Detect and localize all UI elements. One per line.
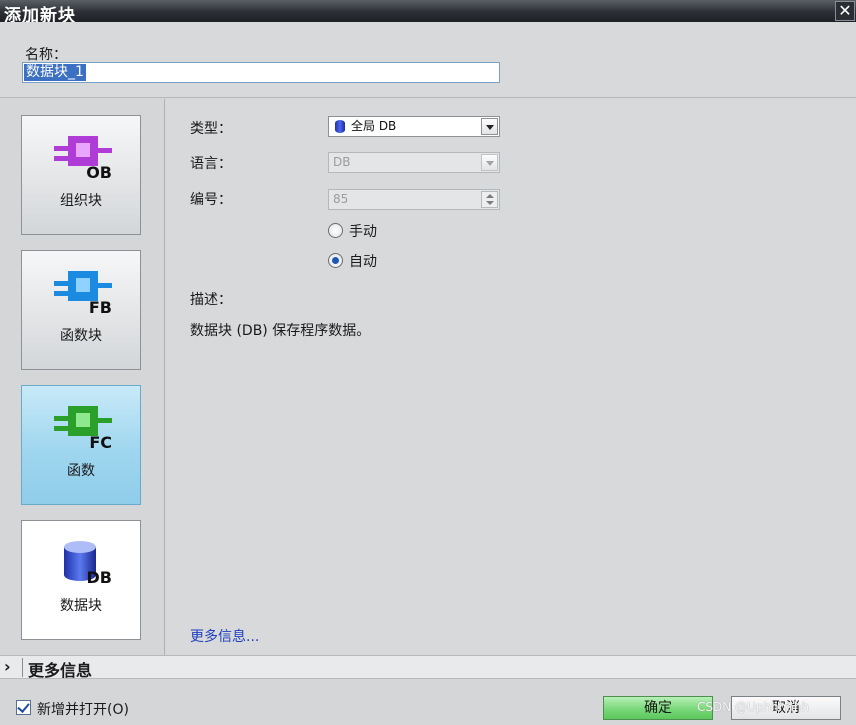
block-type-label: 组织块: [60, 193, 102, 209]
ob-badge: OB: [86, 163, 112, 180]
type-dropdown[interactable]: 全局 DB: [328, 116, 500, 137]
number-stepper: 85: [328, 189, 500, 210]
name-section: 名称： 数据块_1: [0, 22, 856, 98]
manual-label: 手动: [349, 224, 377, 240]
block-type-panel: OB 组织块 FB 函数块 FC 函数 DB 数据块: [0, 99, 165, 655]
more-info-bar-label: 更多信息: [28, 661, 93, 680]
db-badge: DB: [87, 568, 112, 585]
block-properties-panel: 类型： 全局 DB 语言： DB 编号： 85 手动 自动 描述： 数据块 (D…: [166, 99, 856, 655]
db-small-icon: [335, 120, 345, 133]
organization-block-icon: OB: [54, 136, 112, 180]
fc-badge: FC: [89, 433, 112, 450]
type-value: 全局 DB: [351, 119, 397, 133]
block-type-label: 函数块: [60, 328, 102, 344]
block-type-label: 数据块: [60, 598, 102, 614]
radio-icon: [328, 223, 343, 238]
name-input[interactable]: 数据块_1: [22, 62, 500, 83]
close-button[interactable]: ✕: [835, 1, 855, 21]
data-block-icon: DB: [64, 541, 112, 585]
auto-label: 自动: [349, 254, 377, 270]
function-block-icon: FB: [54, 271, 112, 315]
block-type-db-button[interactable]: DB 数据块: [21, 520, 141, 640]
title-bar: 添加新块 ✕: [0, 0, 856, 26]
block-type-fc-button[interactable]: FC 函数: [21, 385, 141, 505]
watermark: CSDN @Uphhhhhh: [697, 700, 810, 714]
block-type-fb-button[interactable]: FB 函数块: [21, 250, 141, 370]
dialog-footer: 新增并打开(O) 确定 取消 CSDN @Uphhhhhh: [0, 680, 856, 725]
block-type-ob-button[interactable]: OB 组织块: [21, 115, 141, 235]
number-label: 编号：: [190, 192, 232, 208]
add-and-open-checkbox[interactable]: [16, 700, 31, 715]
language-value: DB: [333, 155, 351, 169]
more-info-bar[interactable]: › 更多信息: [0, 655, 856, 680]
description-text: 数据块 (DB) 保存程序数据。: [190, 323, 371, 339]
type-label: 类型：: [190, 121, 232, 137]
number-value: 85: [333, 192, 349, 206]
description-label: 描述：: [190, 292, 232, 308]
radio-icon: [328, 253, 343, 268]
close-icon: ✕: [838, 1, 852, 20]
language-label: 语言：: [190, 156, 232, 172]
fb-badge: FB: [89, 298, 112, 315]
chevron-down-icon: [481, 154, 498, 171]
language-dropdown: DB: [328, 152, 500, 173]
divider: [22, 658, 23, 677]
chevron-right-icon[interactable]: ›: [4, 657, 11, 676]
block-type-label: 函数: [67, 463, 95, 479]
more-info-link[interactable]: 更多信息...: [190, 626, 259, 646]
name-label: 名称：: [25, 47, 67, 63]
function-icon: FC: [54, 406, 112, 450]
add-and-open-label: 新增并打开(O): [37, 702, 129, 718]
chevron-down-icon[interactable]: [481, 118, 498, 135]
name-input-value: 数据块_1: [24, 64, 86, 81]
stepper-icon: [481, 191, 498, 208]
